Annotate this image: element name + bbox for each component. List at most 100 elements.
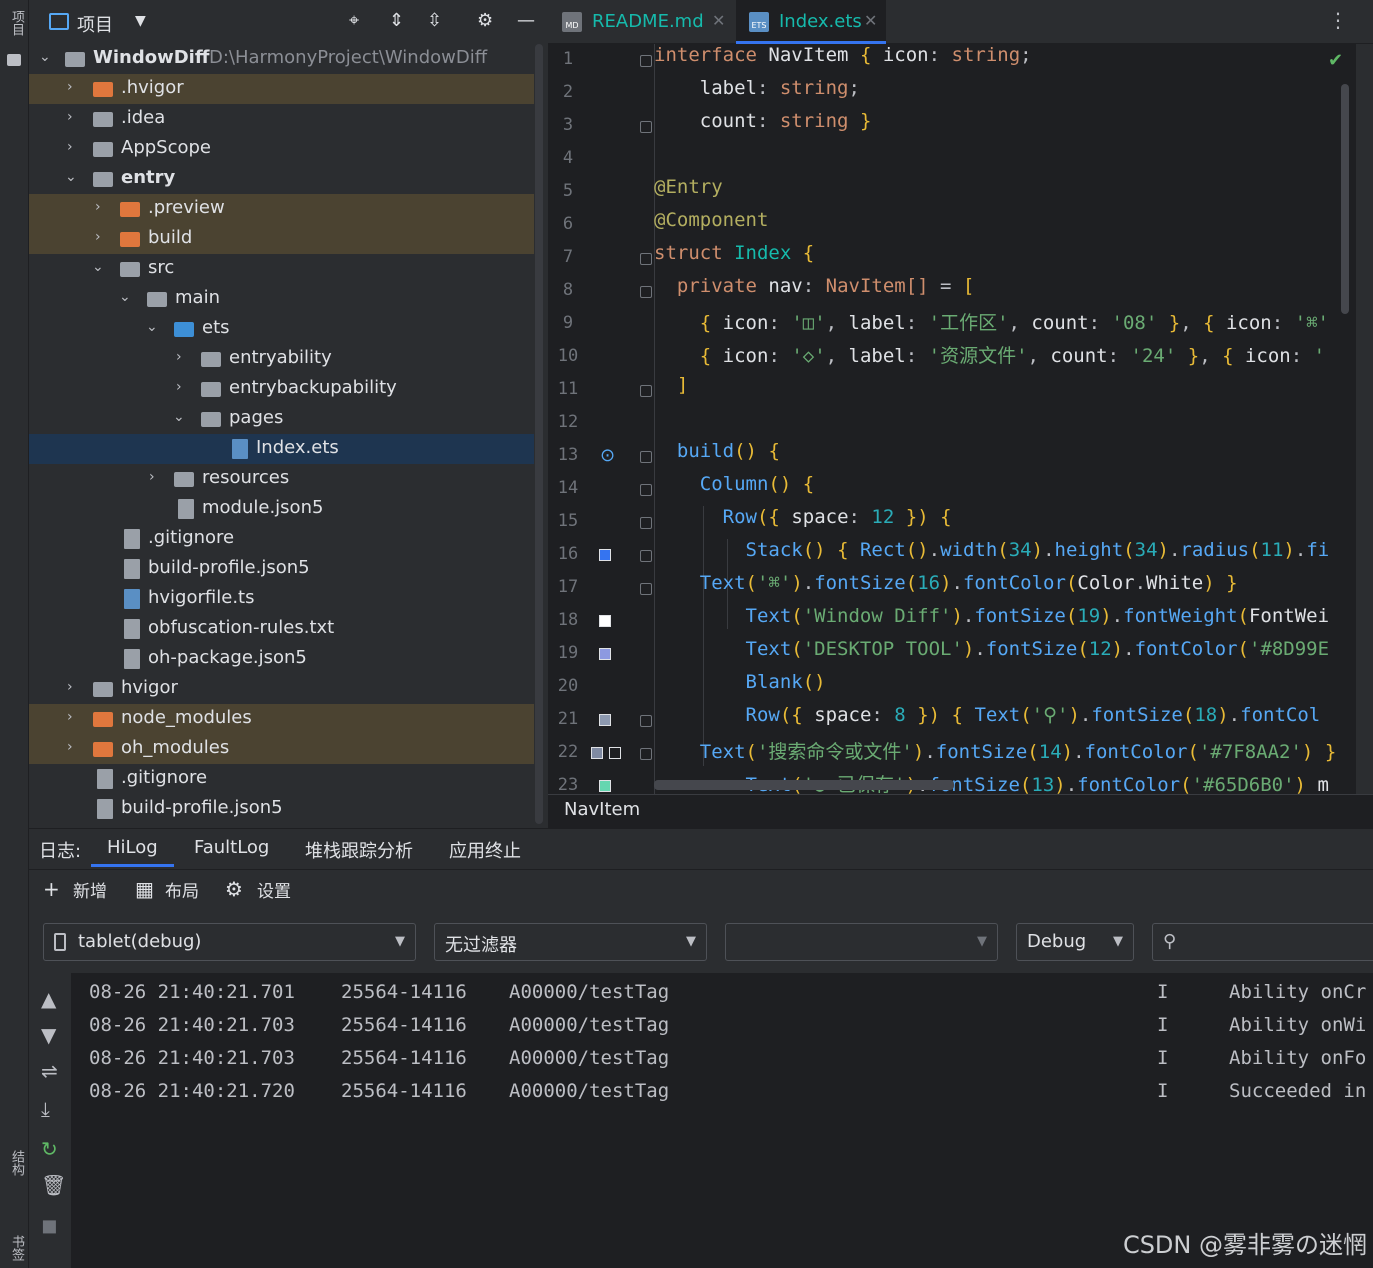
- scroll-to-end-icon[interactable]: ⤓: [41, 1097, 50, 1121]
- tree-item-appscope[interactable]: › AppScope: [29, 134, 534, 164]
- tree-item-index-ets[interactable]: Index.ets: [29, 434, 534, 464]
- tree-item-pages[interactable]: ⌄ pages: [29, 404, 534, 434]
- log-output[interactable]: 08-26 21:40:21.701 25564-14116 A00000/te…: [71, 973, 1373, 1268]
- minimize-icon[interactable]: —: [517, 10, 535, 31]
- tree-item-src[interactable]: ⌄ src: [29, 254, 534, 284]
- gear-icon[interactable]: ⚙: [225, 877, 243, 901]
- project-scrollbar[interactable]: [535, 44, 543, 824]
- fold-icon[interactable]: [640, 385, 652, 397]
- tree-item-build[interactable]: › build: [29, 224, 534, 254]
- fold-icon[interactable]: [640, 484, 652, 496]
- tab-stack-trace[interactable]: 堆栈跟踪分析: [305, 837, 413, 863]
- tree-item-node-modules[interactable]: › node_modules: [29, 704, 534, 734]
- breadcrumb[interactable]: NavItem: [548, 794, 1373, 828]
- tab-index-ets[interactable]: ETS Index.ets ✕: [736, 0, 886, 44]
- chevron-down-icon[interactable]: ⌄: [65, 169, 77, 185]
- plus-icon[interactable]: +: [43, 877, 60, 901]
- filter-select[interactable]: 无过滤器 ▼: [434, 923, 707, 961]
- close-icon[interactable]: ✕: [864, 11, 877, 30]
- soft-wrap-icon[interactable]: ⇌: [41, 1059, 58, 1083]
- code-area[interactable]: interface NavItem { icon: string; label:…: [654, 44, 1348, 794]
- tree-item-main[interactable]: ⌄ main: [29, 284, 534, 314]
- tree-item-gitignore-entry[interactable]: .gitignore: [29, 524, 534, 554]
- breadcrumb-item[interactable]: NavItem: [564, 799, 640, 820]
- project-tool-label[interactable]: 项目: [7, 10, 26, 36]
- fold-icon[interactable]: [640, 121, 652, 133]
- chevron-right-icon[interactable]: ›: [95, 199, 101, 215]
- restart-icon[interactable]: ↻: [41, 1137, 58, 1161]
- tree-item-build-profile-root[interactable]: build-profile.json5: [29, 794, 534, 824]
- fold-icon[interactable]: [640, 715, 652, 727]
- log-search-input[interactable]: ⚲: [1152, 923, 1373, 961]
- folder-icon[interactable]: [7, 54, 21, 66]
- tree-item-module-json5[interactable]: module.json5: [29, 494, 534, 524]
- fold-icon[interactable]: [640, 55, 652, 67]
- structure-tool-label[interactable]: 结构: [7, 1150, 26, 1176]
- bookmarks-tool-label[interactable]: 书签: [7, 1235, 26, 1261]
- chevron-down-icon[interactable]: ⌄: [39, 49, 51, 65]
- device-select[interactable]: tablet(debug) ▼: [43, 923, 416, 961]
- tree-item-preview[interactable]: › .preview: [29, 194, 534, 224]
- close-icon[interactable]: ✕: [712, 11, 725, 30]
- settings-button[interactable]: 设置: [257, 877, 291, 902]
- tree-item-build-profile-entry[interactable]: build-profile.json5: [29, 554, 534, 584]
- chevron-down-icon[interactable]: ⌄: [173, 409, 185, 425]
- chevron-right-icon[interactable]: ›: [67, 109, 73, 125]
- fold-icon[interactable]: [640, 517, 652, 529]
- chevron-down-icon[interactable]: ▼: [135, 13, 146, 29]
- tree-root[interactable]: ⌄ WindowDiff D:\HarmonyProject\WindowDif…: [29, 44, 534, 74]
- tree-item-hvigor[interactable]: › hvigor: [29, 674, 534, 704]
- tree-item-oh-package[interactable]: oh-package.json5: [29, 644, 534, 674]
- grid-icon[interactable]: ▦: [135, 877, 154, 901]
- chevron-right-icon[interactable]: ›: [149, 469, 155, 485]
- tree-item-hvigor-dir[interactable]: › .hvigor: [29, 74, 534, 104]
- check-icon[interactable]: ✔: [1328, 50, 1343, 71]
- chevron-right-icon[interactable]: ›: [67, 139, 73, 155]
- tree-item-entrybackupability[interactable]: › entrybackupability: [29, 374, 534, 404]
- fold-icon[interactable]: [640, 451, 652, 463]
- trash-icon[interactable]: 🗑: [41, 1173, 66, 1197]
- add-button[interactable]: 新增: [73, 877, 107, 902]
- fold-icon[interactable]: [640, 583, 652, 595]
- tree-item-entry[interactable]: ⌄ entry: [29, 164, 534, 194]
- expand-all-icon[interactable]: ⇕: [389, 10, 404, 31]
- tab-hilog[interactable]: HiLog: [91, 837, 174, 867]
- gear-icon[interactable]: ⚙: [477, 10, 493, 31]
- chevron-right-icon[interactable]: ›: [67, 739, 73, 755]
- editor-scrollbar[interactable]: [1341, 84, 1349, 314]
- collapse-all-icon[interactable]: ⇳: [427, 10, 442, 31]
- chevron-right-icon[interactable]: ›: [95, 229, 101, 245]
- tree-item-idea[interactable]: › .idea: [29, 104, 534, 134]
- chevron-right-icon[interactable]: ›: [67, 709, 73, 725]
- layout-button[interactable]: 布局: [165, 877, 199, 902]
- tab-faultlog[interactable]: FaultLog: [194, 837, 269, 858]
- tree-item-obfuscation-rules[interactable]: obfuscation-rules.txt: [29, 614, 534, 644]
- tree-item-oh-modules[interactable]: › oh_modules: [29, 734, 534, 764]
- tree-item-resources[interactable]: › resources: [29, 464, 534, 494]
- chevron-right-icon[interactable]: ›: [176, 379, 182, 395]
- fold-icon[interactable]: [640, 253, 652, 265]
- fold-icon[interactable]: [640, 550, 652, 562]
- chevron-down-icon[interactable]: ⌄: [146, 319, 158, 335]
- fold-icon[interactable]: [640, 748, 652, 760]
- camera-icon[interactable]: ◼: [41, 1213, 58, 1237]
- chevron-down-icon[interactable]: ⌄: [119, 289, 131, 305]
- tree-item-ets[interactable]: ⌄ ets: [29, 314, 534, 344]
- chevron-right-icon[interactable]: ›: [67, 679, 73, 695]
- level-select[interactable]: Debug ▼: [1016, 923, 1134, 961]
- chevron-right-icon[interactable]: ›: [176, 349, 182, 365]
- locate-icon[interactable]: ⌖: [349, 10, 359, 31]
- tree-item-gitignore-root[interactable]: .gitignore: [29, 764, 534, 794]
- more-icon[interactable]: ⋮: [1328, 8, 1348, 32]
- tab-readme[interactable]: MD README.md ✕: [548, 0, 734, 44]
- process-select[interactable]: ▼: [725, 923, 998, 961]
- scroll-up-icon[interactable]: ▲: [41, 987, 56, 1011]
- fold-icon[interactable]: [640, 286, 652, 298]
- tree-item-entryability[interactable]: › entryability: [29, 344, 534, 374]
- tree-item-hvigorfile[interactable]: hvigorfile.ts: [29, 584, 534, 614]
- override-marker-icon[interactable]: ⊙: [600, 445, 615, 466]
- scroll-down-icon[interactable]: ▼: [41, 1023, 56, 1047]
- project-view-title[interactable]: 项目: [77, 11, 113, 37]
- chevron-down-icon[interactable]: ⌄: [92, 259, 104, 275]
- tab-app-freeze[interactable]: 应用终止: [449, 837, 521, 863]
